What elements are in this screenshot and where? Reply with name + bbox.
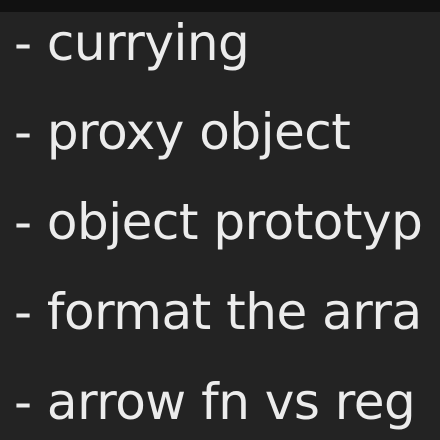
note-line-arrow-fn: - arrow fn vs reg (14, 373, 416, 431)
note-line-format-array: - format the arra (14, 283, 422, 341)
note-line-currying: - currying (14, 14, 250, 72)
note-line-proxy-object: - proxy object (14, 103, 351, 161)
notes-text-area[interactable]: - currying - proxy object - object proto… (0, 12, 440, 440)
note-line-object-prototype: - object prototyp (14, 193, 423, 251)
top-bar (0, 0, 440, 12)
